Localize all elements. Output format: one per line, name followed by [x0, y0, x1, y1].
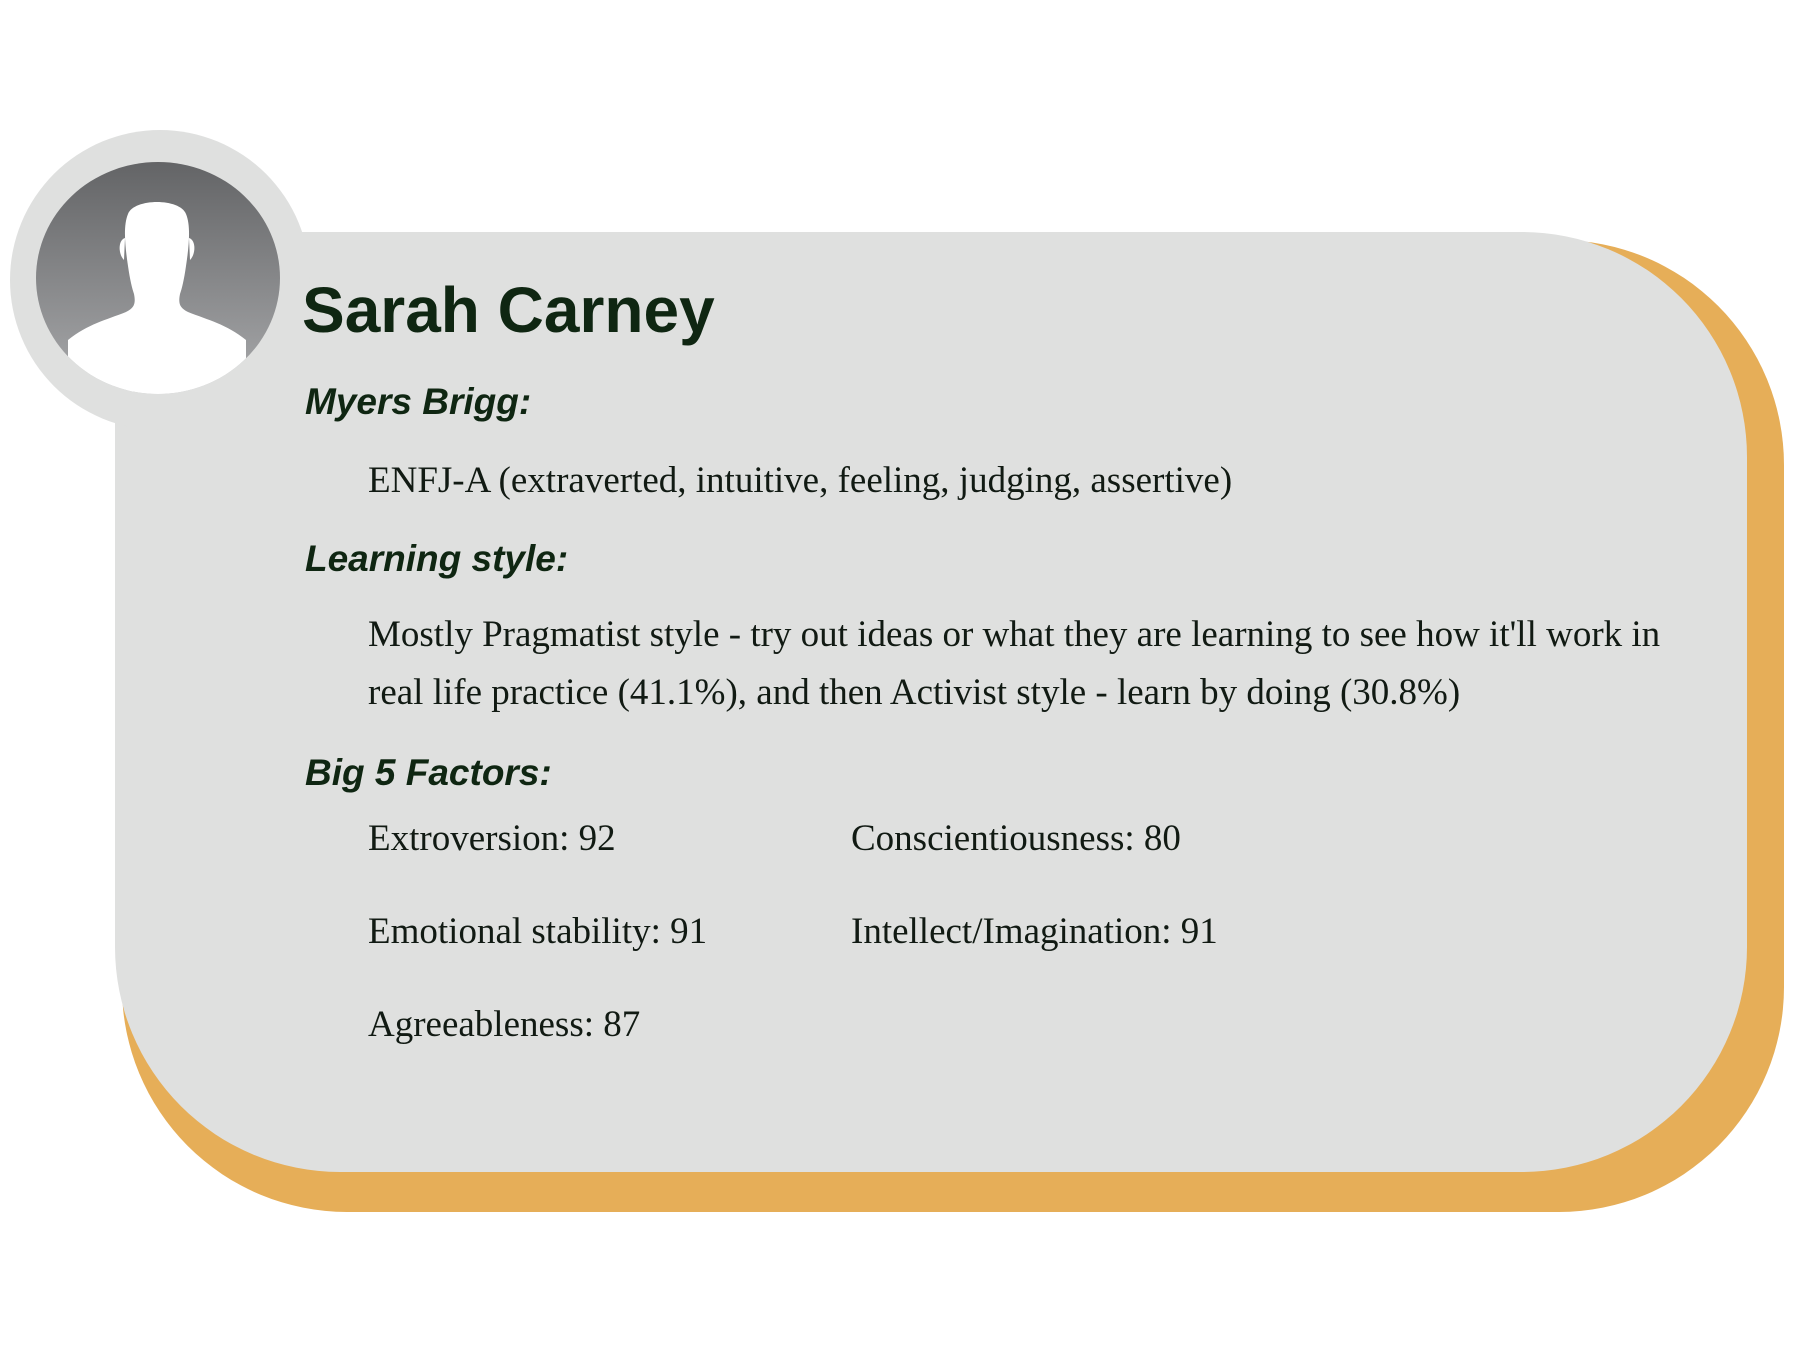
profile-canvas: Sarah Carney Myers Brigg: ENFJ-A (extrav… — [0, 0, 1800, 1350]
big5-label: Big 5 Factors: — [305, 752, 552, 793]
person-silhouette-icon — [68, 202, 246, 394]
avatar — [36, 162, 280, 394]
profile-name: Sarah Carney — [302, 274, 715, 346]
learning-style-value: Mostly Pragmatist style - try out ideas … — [368, 614, 1661, 713]
myers-brigg-value: ENFJ-A (extraverted, intuitive, feeling,… — [368, 460, 1233, 501]
learning-style-label: Learning style: — [305, 538, 569, 579]
myers-brigg-label: Myers Brigg: — [305, 381, 532, 422]
factor-agreeableness: Agreeableness: 87 — [368, 1004, 641, 1045]
factor-emotional-stability: Emotional stability: 91 — [368, 911, 708, 952]
factor-intellect-imagination: Intellect/Imagination: 91 — [851, 911, 1218, 952]
factor-conscientiousness: Conscientiousness: 80 — [851, 818, 1181, 859]
factor-extroversion: Extroversion: 92 — [368, 818, 616, 859]
